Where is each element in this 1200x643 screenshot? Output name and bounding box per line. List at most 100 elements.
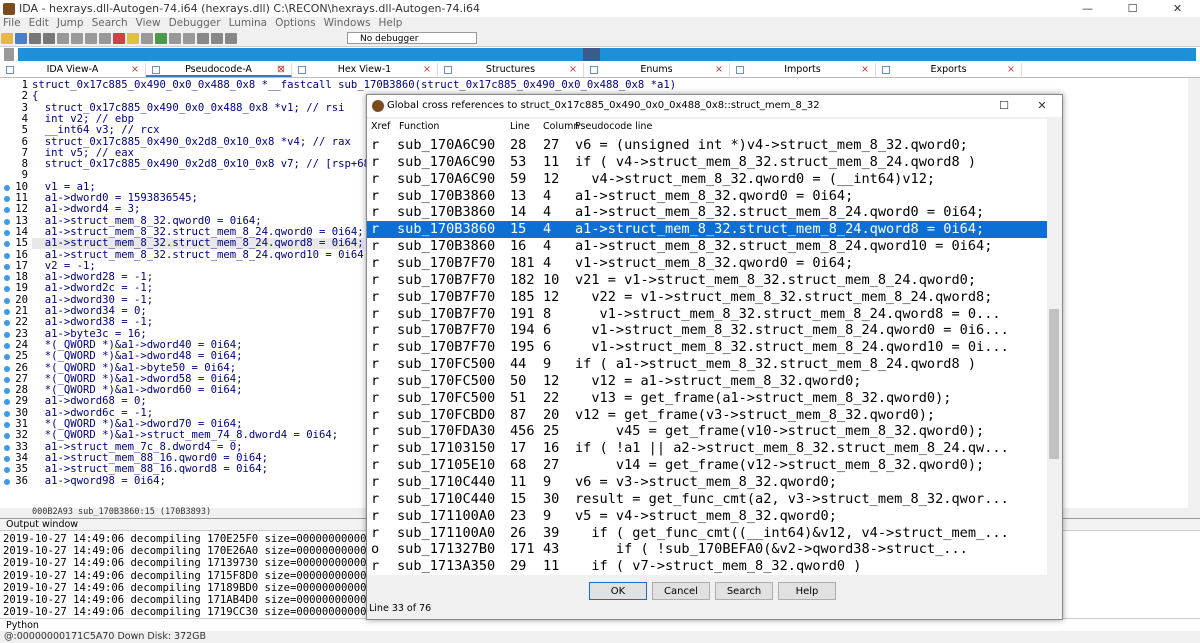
close-icon[interactable]: × — [423, 63, 431, 77]
forward-icon[interactable] — [43, 33, 55, 44]
debugger-select[interactable]: No debugger — [347, 32, 477, 44]
table-row[interactable]: r sub_170B3860 15 4 a1->struct_mem_8_32.stru… — [367, 221, 1047, 239]
scrollbar-thumb[interactable] — [1049, 309, 1059, 459]
search-icon[interactable] — [127, 33, 139, 44]
breakpoint-dot-icon[interactable] — [4, 422, 10, 428]
column-header[interactable]: Line — [510, 119, 530, 135]
save-icon[interactable] — [15, 33, 27, 44]
menu-windows[interactable]: Windows — [324, 17, 371, 31]
tool-icon[interactable] — [85, 33, 97, 44]
tool-icon[interactable] — [183, 33, 195, 44]
table-row[interactable]: r sub_170B3860 14 4 a1->struct_mem_8_32.stru… — [367, 204, 1047, 221]
breakpoint-dot-icon[interactable] — [4, 196, 10, 202]
breakpoint-dot-icon[interactable] — [4, 478, 10, 485]
breakpoint-dot-icon[interactable] — [4, 399, 10, 406]
tab-imports[interactable]: Imports × — [730, 63, 876, 77]
table-row[interactable]: r sub_170FDA30 456 25 v45 = get_frame(v10->… — [367, 423, 1047, 440]
menu-debugger[interactable]: Debugger — [169, 17, 221, 31]
column-header[interactable]: Column — [543, 119, 579, 135]
table-row[interactable]: r sub_170B3860 13 4 a1->struct_mem_8_32.qwor… — [367, 188, 1047, 205]
table-row[interactable]: r sub_170FC500 51 22 v13 = get_frame(a1->st… — [367, 390, 1047, 407]
column-header[interactable]: Function — [399, 119, 439, 135]
tab-ida-view-a[interactable]: IDA View-A × — [0, 63, 146, 77]
breakpoint-dot-icon[interactable] — [4, 331, 10, 338]
table-row[interactable]: r sub_170A6C90 53 11 if ( v4->struct_mem_8_3… — [367, 154, 1047, 171]
breakpoint-dot-icon[interactable] — [4, 309, 10, 315]
tool-icon[interactable] — [169, 33, 181, 44]
tab-exports[interactable]: Exports × — [876, 63, 1022, 77]
column-header[interactable]: Xref — [371, 119, 390, 135]
table-row[interactable]: r sub_170B7F70 194 6 v1->struct_mem_8_32.st… — [367, 322, 1047, 339]
debugger-options-icon[interactable] — [481, 33, 493, 44]
breakpoint-dot-icon[interactable] — [4, 184, 10, 191]
breakpoint-dot-icon[interactable] — [4, 467, 10, 474]
tool-icon[interactable] — [99, 33, 111, 44]
run-icon[interactable] — [155, 33, 167, 44]
tab-structures[interactable]: Structures × — [438, 63, 584, 77]
table-row[interactable]: r sub_1710C440 15 30 result = get_func_cmt(a… — [367, 491, 1047, 508]
table-row[interactable]: r sub_170B7F70 185 12 v22 = v1->struct_mem_… — [367, 289, 1047, 306]
stop-icon[interactable] — [197, 33, 209, 44]
breakpoint-dot-icon[interactable] — [4, 241, 10, 248]
close-icon[interactable]: ⊠ — [277, 63, 285, 77]
table-scrollbar[interactable] — [1047, 119, 1062, 575]
minimize-button[interactable]: — — [1065, 0, 1110, 17]
breakpoint-dot-icon[interactable] — [4, 320, 10, 327]
table-row[interactable]: r sub_170FCBD0 87 20 v12 = get_frame(v3->str… — [367, 407, 1047, 424]
maximize-button[interactable]: ☐ — [1110, 0, 1155, 17]
close-icon[interactable]: × — [1007, 63, 1015, 77]
navigation-band[interactable] — [0, 46, 1200, 64]
menu-edit[interactable]: Edit — [29, 17, 49, 31]
step-icon[interactable] — [225, 33, 237, 44]
close-button[interactable]: ✕ — [1155, 0, 1200, 17]
table-row[interactable]: r sub_17105E10 68 27 v14 = get_frame(v12->s… — [367, 457, 1047, 474]
menu-view[interactable]: View — [136, 17, 161, 31]
table-row[interactable]: r sub_170B7F70 181 4 v1->struct_mem_8_32.qwo… — [367, 255, 1047, 272]
ok-button[interactable]: OK — [589, 582, 647, 600]
close-icon[interactable]: × — [861, 63, 869, 77]
pause-icon[interactable] — [211, 33, 223, 44]
breakpoint-dot-icon[interactable] — [4, 207, 10, 214]
tool-icon[interactable] — [71, 33, 83, 44]
menu-lumina[interactable]: Lumina — [229, 17, 268, 31]
table-row[interactable]: r sub_170B7F70 182 10 v21 = v1->struct_mem_8… — [367, 272, 1047, 289]
breakpoint-dot-icon[interactable] — [4, 275, 10, 282]
breakpoint-dot-icon[interactable] — [4, 365, 10, 372]
search-button[interactable]: Search — [715, 582, 773, 600]
breakpoint-dot-icon[interactable] — [4, 286, 10, 293]
menu-options[interactable]: Options — [275, 17, 316, 31]
table-row[interactable]: r sub_1710C440 11 9 v6 = v3->struct_mem_8_32… — [367, 474, 1047, 491]
breakpoint-dot-icon[interactable] — [4, 410, 10, 417]
breakpoint-dot-icon[interactable] — [4, 376, 10, 383]
table-row[interactable]: r sub_170B3860 16 4 a1->struct_mem_8_32.stru… — [367, 238, 1047, 255]
table-row[interactable]: r sub_170FC500 44 9 if ( a1->struct_mem_8_32… — [367, 356, 1047, 373]
breakpoint-dot-icon[interactable] — [4, 229, 10, 236]
table-row[interactable]: r sub_170B7F70 195 6 v1->struct_mem_8_32.st… — [367, 339, 1047, 356]
menu-jump[interactable]: Jump — [57, 17, 84, 31]
help-button[interactable]: Help — [778, 582, 836, 600]
maximize-icon[interactable]: ☐ — [989, 95, 1019, 117]
table-row[interactable]: r sub_170FC500 50 12 v12 = a1->struct_mem_8… — [367, 373, 1047, 390]
close-icon[interactable]: × — [569, 63, 577, 77]
tab-pseudocode-a[interactable]: Pseudocode-A ⊠ — [146, 63, 292, 77]
tab-hex-view-1[interactable]: Hex View-1 × — [292, 63, 438, 77]
table-row[interactable]: r sub_17103150 17 16 if ( !a1 || a2->struct_… — [367, 440, 1047, 457]
breakpoint-dot-icon[interactable] — [4, 252, 10, 259]
breakpoint-dot-icon[interactable] — [4, 218, 10, 225]
vertical-scrollbar[interactable] — [1188, 78, 1200, 508]
breakpoint-icon[interactable] — [113, 33, 125, 44]
tab-enums[interactable]: Enums × — [584, 63, 730, 77]
breakpoint-dot-icon[interactable] — [4, 388, 10, 395]
xrefs-table[interactable]: Xref Function Line Column Pseudocode lin… — [367, 119, 1047, 575]
column-header[interactable]: Pseudocode line — [575, 119, 652, 135]
cancel-button[interactable]: Cancel — [652, 582, 710, 600]
close-icon[interactable]: × — [715, 63, 723, 77]
breakpoint-dot-icon[interactable] — [4, 354, 10, 361]
table-row[interactable]: r sub_170B7F70 191 8 v1->struct_mem_8_32.st… — [367, 306, 1047, 323]
close-icon[interactable]: ✕ — [1027, 95, 1057, 117]
breakpoint-dot-icon[interactable] — [4, 263, 10, 270]
open-icon[interactable] — [1, 33, 13, 44]
menu-file[interactable]: File — [3, 17, 21, 31]
breakpoint-dot-icon[interactable] — [4, 433, 10, 440]
table-row[interactable]: r sub_170A6C90 59 12 v4->struct_mem_8_32.qw… — [367, 171, 1047, 188]
